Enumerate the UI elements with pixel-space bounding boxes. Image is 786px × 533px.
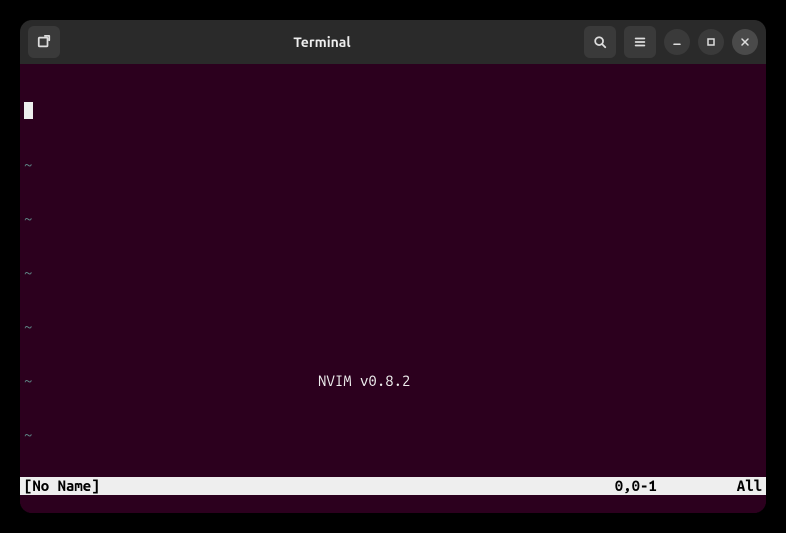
search-icon: [593, 35, 607, 49]
close-icon: [739, 36, 751, 48]
empty-line-tilde: ~: [24, 264, 762, 282]
maximize-icon: [705, 36, 717, 48]
minimize-icon: [671, 36, 683, 48]
nvim-version: NVIM v0.8.2: [32, 372, 410, 389]
maximize-button[interactable]: [698, 29, 724, 55]
nvim-buffer: ~ ~ ~ ~ ~ NVIM v0.8.2 ~ ~ Nvim is open s…: [24, 66, 762, 513]
search-button[interactable]: [584, 26, 616, 58]
status-position: 0,0-1: [615, 477, 737, 495]
titlebar: Terminal: [20, 20, 766, 64]
status-filename: [No Name]: [24, 477, 100, 495]
empty-line-tilde: ~: [24, 210, 762, 228]
terminal-window: Terminal ~ ~ ~ ~ ~: [20, 20, 766, 513]
hamburger-icon: [633, 35, 647, 49]
empty-line-tilde: ~: [24, 156, 762, 174]
status-scroll: All: [737, 477, 762, 495]
close-button[interactable]: [732, 29, 758, 55]
new-tab-icon: [37, 35, 51, 49]
menu-button[interactable]: [624, 26, 656, 58]
empty-line-tilde: ~: [24, 318, 762, 336]
status-line: [No Name] 0,0-1 All: [20, 477, 766, 495]
window-title: Terminal: [66, 34, 578, 50]
empty-line-tilde: ~: [24, 426, 762, 444]
cursor: [24, 102, 33, 119]
new-tab-button[interactable]: [28, 26, 60, 58]
terminal-content[interactable]: ~ ~ ~ ~ ~ NVIM v0.8.2 ~ ~ Nvim is open s…: [20, 64, 766, 513]
command-line[interactable]: [20, 495, 766, 513]
minimize-button[interactable]: [664, 29, 690, 55]
